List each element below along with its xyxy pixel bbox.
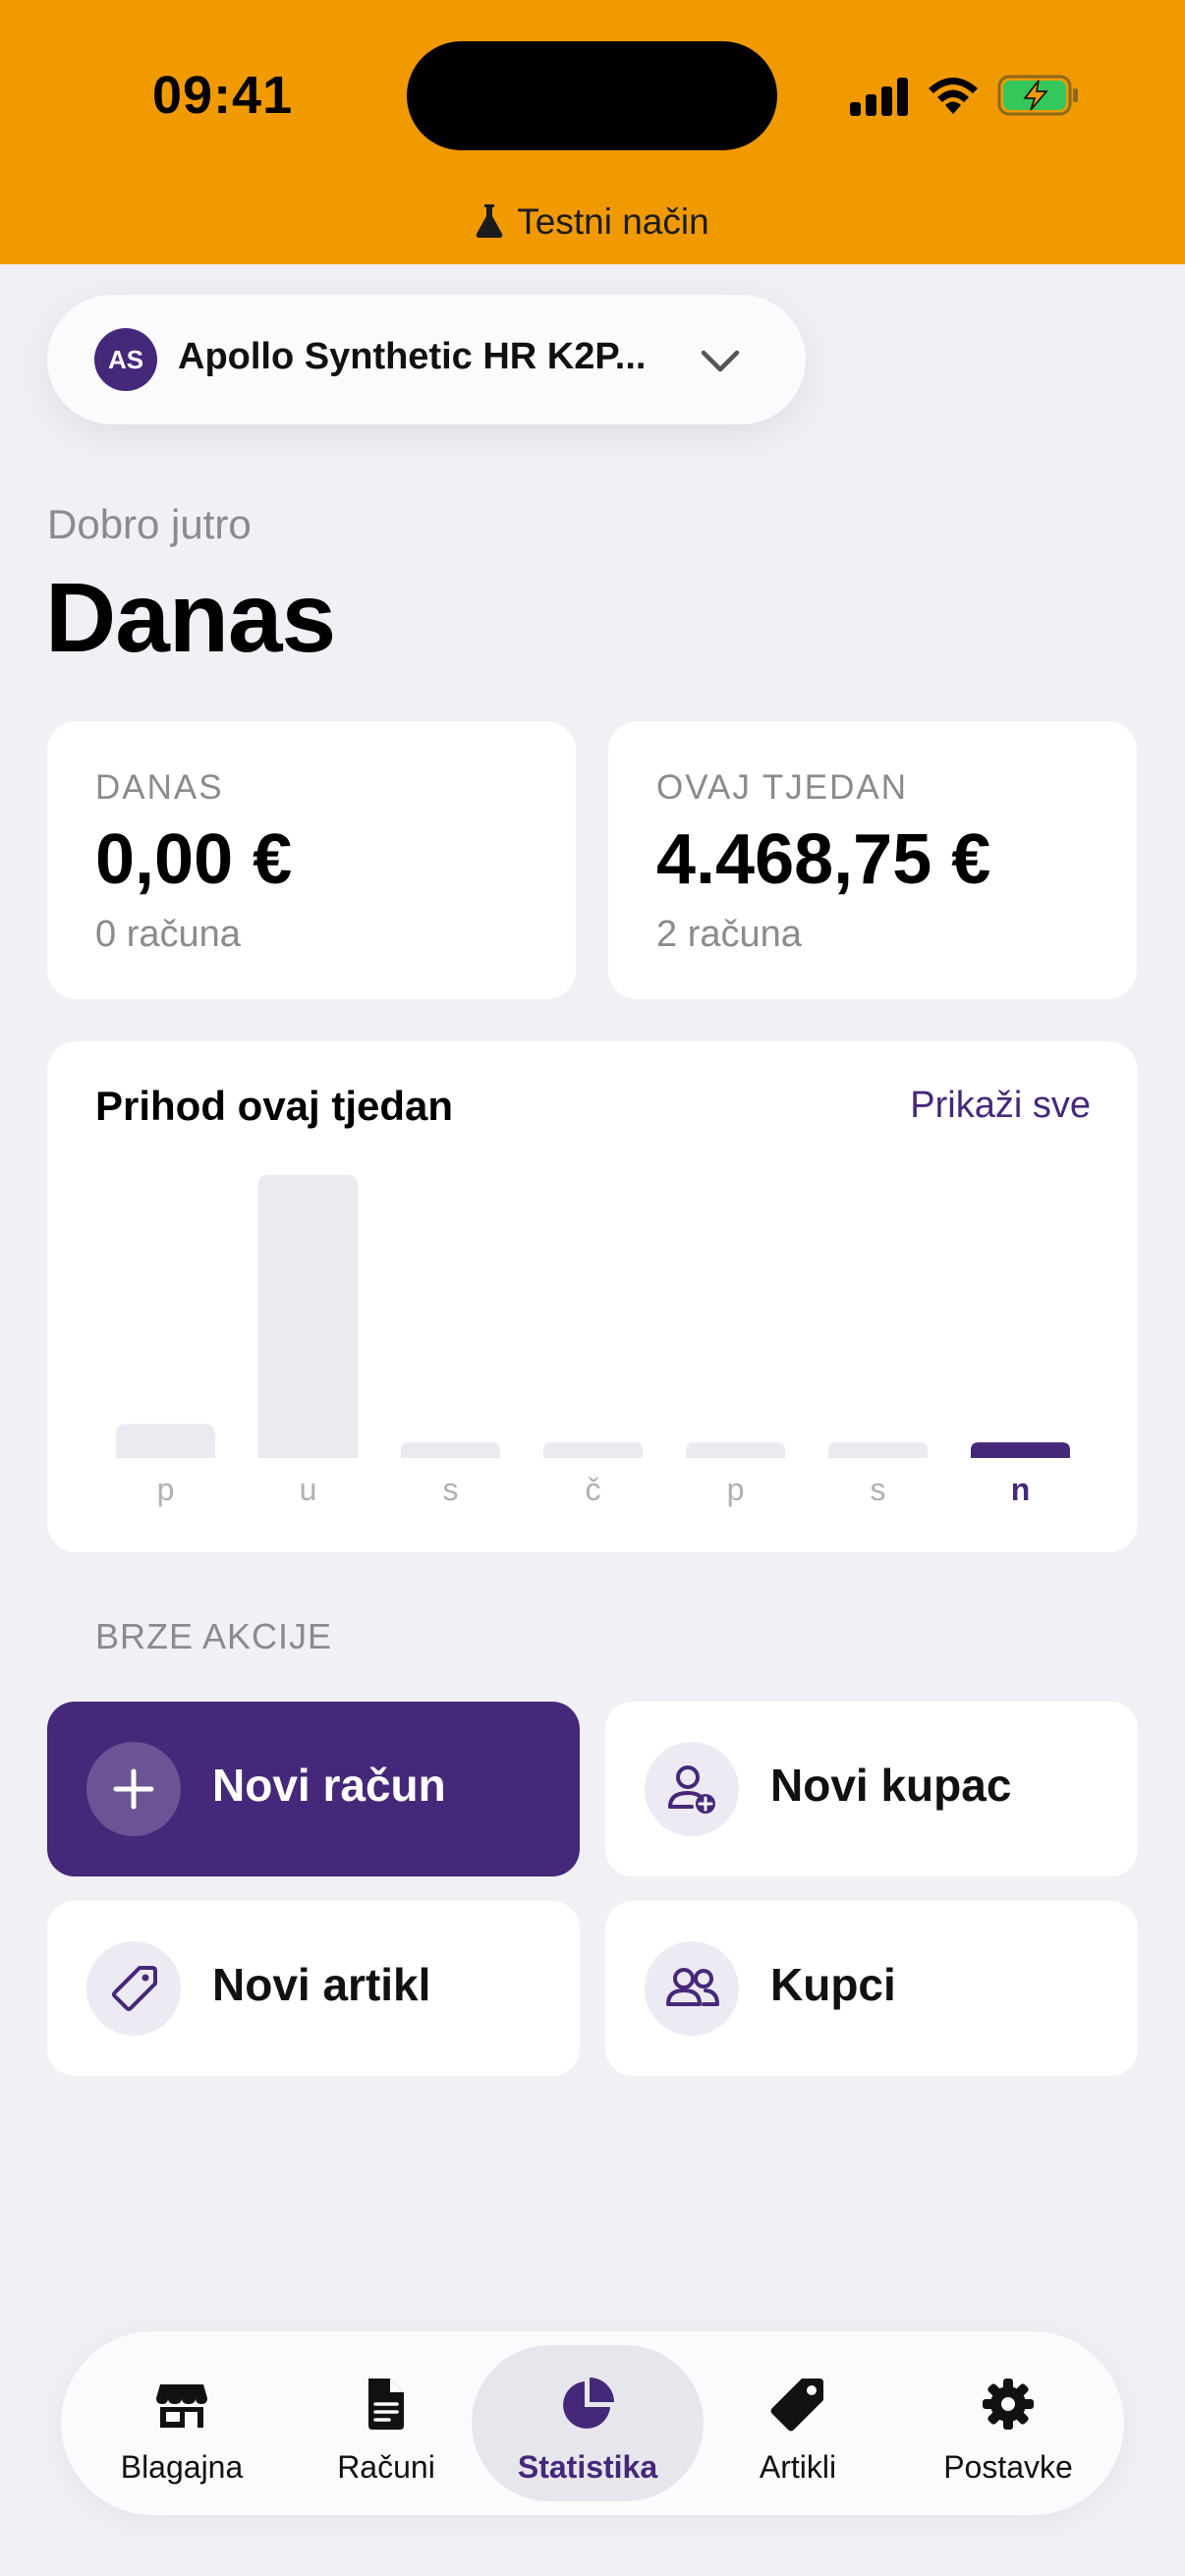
stat-subtitle: 0 računa [95, 914, 241, 955]
new-customer-button[interactable]: Novi kupac [605, 1702, 1138, 1876]
plus-icon [86, 1742, 181, 1836]
customers-button[interactable]: Kupci [605, 1901, 1138, 2076]
tab-postavke[interactable]: Postavke [892, 2331, 1124, 2515]
document-icon [368, 2379, 404, 2430]
tab-artikli[interactable]: Artikli [704, 2331, 892, 2515]
gear-icon [983, 2379, 1034, 2430]
action-label: Novi kupac [770, 1760, 1012, 1811]
pie-chart-icon [563, 2378, 614, 2429]
show-all-link[interactable]: Prikaži sve [910, 1085, 1091, 1127]
quick-actions-label: BRZE AKCIJE [95, 1616, 333, 1656]
weekly-revenue-card: p u s č p s n Prihod ovaj tjedan Prikaži sve [47, 1041, 1138, 1552]
company-selector[interactable]: AS Apollo Synthetic HR K2P... [47, 295, 806, 424]
action-label: Novi artikl [212, 1959, 431, 2010]
stat-card-today[interactable]: DANAS 0,00 € 0 računa [47, 721, 576, 999]
chart-bar-4 [686, 1442, 785, 1458]
company-name: Apollo Synthetic HR K2P... [178, 336, 647, 377]
stat-label: OVAJ TJEDAN [656, 768, 909, 807]
stat-value: 0,00 € [95, 820, 293, 899]
action-label: Kupci [770, 1959, 896, 2010]
status-bar: 09:41 Testni način [0, 0, 1185, 264]
battery-charging-icon [997, 75, 1078, 116]
chart-day-label-5: s [871, 1472, 886, 1507]
chart-bar-1 [258, 1175, 358, 1458]
chart-day-label-4: p [727, 1472, 745, 1507]
chart-bar-0 [116, 1424, 215, 1458]
flask-icon [477, 204, 503, 238]
company-avatar: AS [94, 328, 157, 391]
status-time: 09:41 [152, 66, 294, 125]
tab-label: Statistika [517, 2449, 658, 2485]
chart-bar-2 [401, 1442, 500, 1458]
tag-icon [86, 1941, 181, 2036]
wifi-icon [929, 78, 978, 114]
chart-title: Prihod ovaj tjedan [95, 1083, 454, 1129]
dynamic-island [407, 41, 777, 150]
tab-statistika[interactable]: Statistika [472, 2331, 704, 2515]
tab-label: Postavke [943, 2449, 1073, 2485]
stat-value: 4.468,75 € [656, 820, 991, 899]
store-icon [156, 2384, 207, 2428]
chart-day-label-1: u [300, 1472, 317, 1507]
chart-bar-3 [543, 1442, 643, 1458]
tab-label: Računi [337, 2449, 435, 2485]
chart-day-label-3: č [586, 1472, 601, 1507]
test-mode-banner: Testni način [0, 201, 1185, 243]
test-mode-label: Testni način [517, 201, 709, 242]
tag-icon [770, 2379, 823, 2432]
tab-blagajna[interactable]: Blagajna [61, 2331, 303, 2515]
add-person-icon [645, 1742, 739, 1836]
people-icon [645, 1941, 739, 2036]
new-item-button[interactable]: Novi artikl [47, 1901, 580, 2076]
chart-day-label-0: p [157, 1472, 175, 1507]
stat-card-week[interactable]: OVAJ TJEDAN 4.468,75 € 2 računa [608, 721, 1137, 999]
chevron-down-icon [701, 350, 740, 372]
stat-subtitle: 2 računa [656, 914, 802, 955]
chart-day-label-6: n [1011, 1472, 1031, 1507]
action-label: Novi račun [212, 1760, 446, 1811]
page-title: Danas [45, 563, 336, 673]
chart-day-label-2: s [443, 1472, 459, 1507]
stat-label: DANAS [95, 768, 224, 807]
tab-label: Artikli [759, 2449, 837, 2485]
tab-label: Blagajna [120, 2449, 244, 2485]
tab-bar: Blagajna Računi Statistika Artikli Posta… [61, 2331, 1124, 2515]
new-invoice-button[interactable]: Novi račun [47, 1702, 580, 1876]
chart-bar-5 [828, 1442, 928, 1458]
chart-bar-6 [971, 1442, 1070, 1458]
cellular-signal-icon [850, 77, 909, 116]
tab-racuni[interactable]: Računi [303, 2331, 470, 2515]
greeting: Dobro jutro [47, 501, 252, 547]
